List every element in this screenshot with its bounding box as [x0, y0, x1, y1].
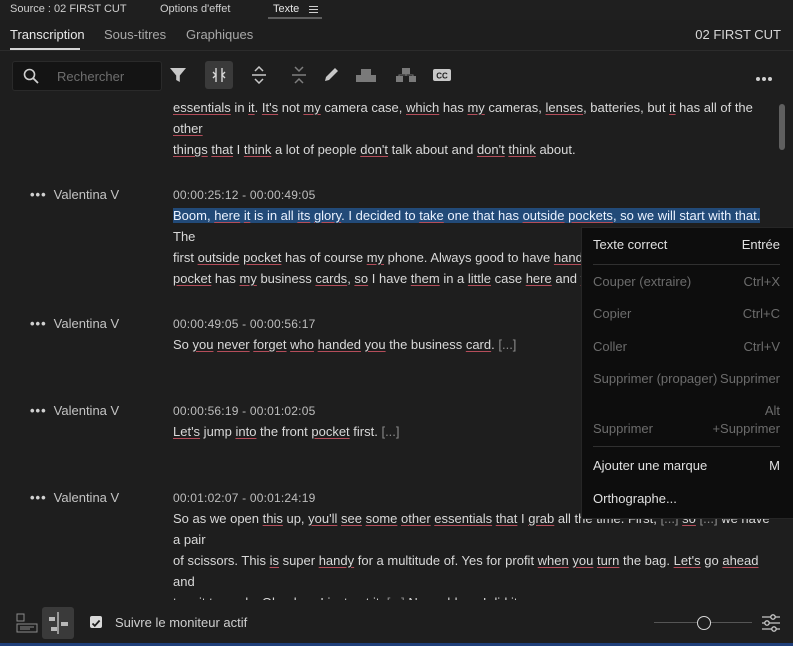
follow-active-monitor-checkbox[interactable]: [90, 616, 102, 628]
speaker-network-icon[interactable]: [392, 61, 420, 89]
source-panel-tab[interactable]: Source : 02 FIRST CUT: [10, 3, 127, 15]
zoom-slider-knob[interactable]: [697, 616, 711, 630]
text-panel-tab[interactable]: Texte: [273, 3, 299, 15]
expand-icon[interactable]: [245, 61, 273, 89]
speaker-label[interactable]: ••• Valentina V: [30, 490, 119, 505]
more-icon[interactable]: [755, 69, 773, 81]
text-panel-tabs: Transcription Sous-titres Graphiques 02 …: [0, 20, 793, 50]
collapse-icon[interactable]: [285, 61, 313, 89]
bottom-bar: Suivre le moniteur actif: [0, 600, 793, 646]
pencil-icon[interactable]: [317, 61, 345, 89]
segment-timecode: 00:00:25:12 - 00:00:49:05: [173, 188, 316, 202]
search-icon[interactable]: [23, 68, 39, 84]
active-panel-underline: [268, 17, 322, 19]
tab-captions[interactable]: Sous-titres: [104, 27, 166, 42]
speaker-icon[interactable]: [352, 61, 380, 89]
speaker-more-icon[interactable]: •••: [30, 490, 47, 505]
segment-timecode: 00:00:56:19 - 00:01:02:05: [173, 404, 316, 418]
hamburger-icon[interactable]: [309, 5, 318, 14]
speaker-more-icon[interactable]: •••: [30, 316, 47, 331]
menu-separator: [593, 446, 780, 447]
svg-text:CC: CC: [436, 72, 448, 81]
filter-icon[interactable]: [164, 61, 192, 89]
speaker-label[interactable]: ••• Valentina V: [30, 187, 119, 202]
search-input[interactable]: [55, 66, 157, 86]
segment-timecode: 00:01:02:07 - 00:01:24:19: [173, 491, 316, 505]
tab-transcription[interactable]: Transcription: [10, 27, 85, 42]
menu-separator: [593, 264, 780, 265]
tab-graphics[interactable]: Graphiques: [186, 27, 253, 42]
transcript-view-icon[interactable]: [16, 612, 38, 634]
follow-active-monitor-label: Suivre le moniteur actif: [115, 615, 248, 630]
sequence-view-icon[interactable]: [42, 607, 74, 639]
speaker-more-icon[interactable]: •••: [30, 403, 47, 418]
segment-timecode: 00:00:49:05 - 00:00:56:17: [173, 317, 316, 331]
speaker-label[interactable]: ••• Valentina V: [30, 316, 119, 331]
scrollbar[interactable]: [779, 104, 785, 150]
split-segment-icon[interactable]: [205, 61, 233, 89]
panel-header: Source : 02 FIRST CUT Options d'effet Te…: [0, 0, 793, 20]
transcript-text[interactable]: essentials in it. It's not my camera cas…: [173, 97, 773, 160]
cc-icon[interactable]: CC: [428, 61, 456, 89]
toolbar: CC: [0, 51, 793, 97]
search-box[interactable]: [12, 61, 162, 91]
speaker-more-icon[interactable]: •••: [30, 187, 47, 202]
settings-sliders-icon[interactable]: [761, 613, 781, 633]
context-menu: Texte correct Entrée Couper (extraire) Ctr…: [581, 227, 793, 519]
transcript-text[interactable]: So as we open this up, you'll see some o…: [173, 508, 773, 600]
menu-item-delete[interactable]: Supprimer Alt +Supprimer: [593, 403, 780, 439]
effect-options-panel-tab[interactable]: Options d'effet: [160, 3, 230, 15]
speaker-label[interactable]: ••• Valentina V: [30, 403, 119, 418]
sequence-name: 02 FIRST CUT: [695, 27, 781, 42]
